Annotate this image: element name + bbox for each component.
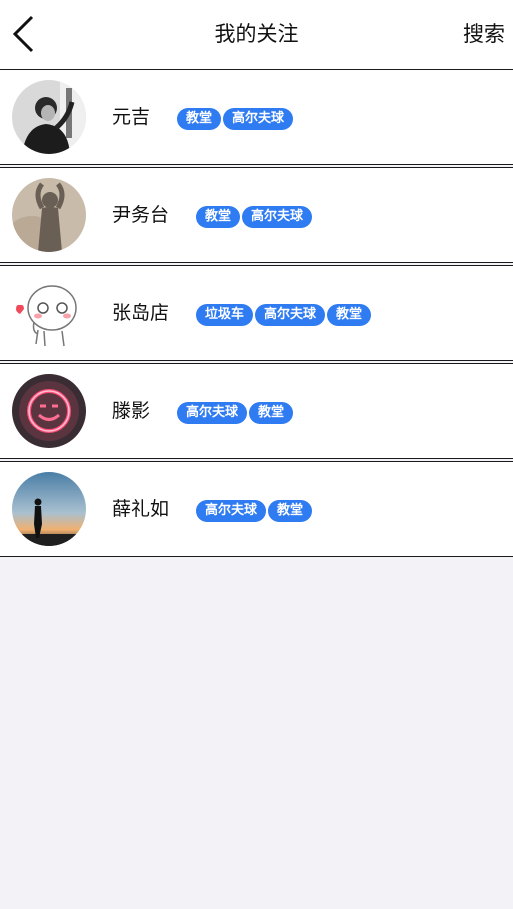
- user-name: 张岛店: [112, 302, 170, 324]
- tag-badge: 高尔夫球: [242, 206, 313, 228]
- avatar[interactable]: [12, 374, 86, 448]
- user-name: 滕影: [112, 400, 151, 422]
- cartoon-face-avatar: [12, 276, 86, 350]
- list-item[interactable]: 滕影 高尔夫球 教堂: [0, 363, 513, 459]
- user-name: 薛礼如: [112, 498, 170, 520]
- tag-list: 教堂 高尔夫球: [177, 108, 294, 130]
- avatar[interactable]: [12, 80, 86, 154]
- tag-badge: 教堂: [327, 304, 372, 326]
- user-name: 尹务台: [112, 204, 170, 226]
- user-name: 元吉: [112, 106, 151, 128]
- list-item[interactable]: 尹务台 教堂 高尔夫球: [0, 167, 513, 263]
- tag-list: 高尔夫球 教堂: [196, 500, 313, 522]
- tag-badge: 教堂: [249, 402, 294, 424]
- tag-list: 垃圾车 高尔夫球 教堂: [196, 304, 372, 326]
- navigation-bar: 我的关注 搜索: [0, 0, 513, 70]
- neon-smiley-avatar: [12, 374, 86, 448]
- page-title: 我的关注: [214, 22, 299, 46]
- shadow-silhouette-avatar: [12, 178, 86, 252]
- avatar[interactable]: [12, 276, 86, 350]
- tag-badge: 教堂: [177, 108, 222, 130]
- tag-badge: 垃圾车: [196, 304, 254, 326]
- sunset-silhouette-avatar: [12, 472, 86, 546]
- tag-badge: 高尔夫球: [177, 402, 248, 424]
- list-item[interactable]: 薛礼如 高尔夫球 教堂: [0, 461, 513, 557]
- avatar[interactable]: [12, 472, 86, 546]
- avatar[interactable]: [12, 178, 86, 252]
- list-item[interactable]: 元吉 教堂 高尔夫球: [0, 70, 513, 165]
- tag-badge: 教堂: [268, 500, 313, 522]
- tag-list: 高尔夫球 教堂: [177, 402, 294, 424]
- following-list: 元吉 教堂 高尔夫球 尹务台 教堂 高尔夫球 张岛店 垃圾车 高尔夫球 教堂 滕…: [0, 70, 513, 557]
- tag-badge: 教堂: [196, 206, 241, 228]
- man-portrait-avatar: [12, 80, 86, 154]
- search-button[interactable]: 搜索: [463, 19, 505, 49]
- tag-list: 教堂 高尔夫球: [196, 206, 313, 228]
- tag-badge: 高尔夫球: [196, 500, 267, 522]
- tag-badge: 高尔夫球: [223, 108, 294, 130]
- tag-badge: 高尔夫球: [255, 304, 326, 326]
- list-item[interactable]: 张岛店 垃圾车 高尔夫球 教堂: [0, 265, 513, 361]
